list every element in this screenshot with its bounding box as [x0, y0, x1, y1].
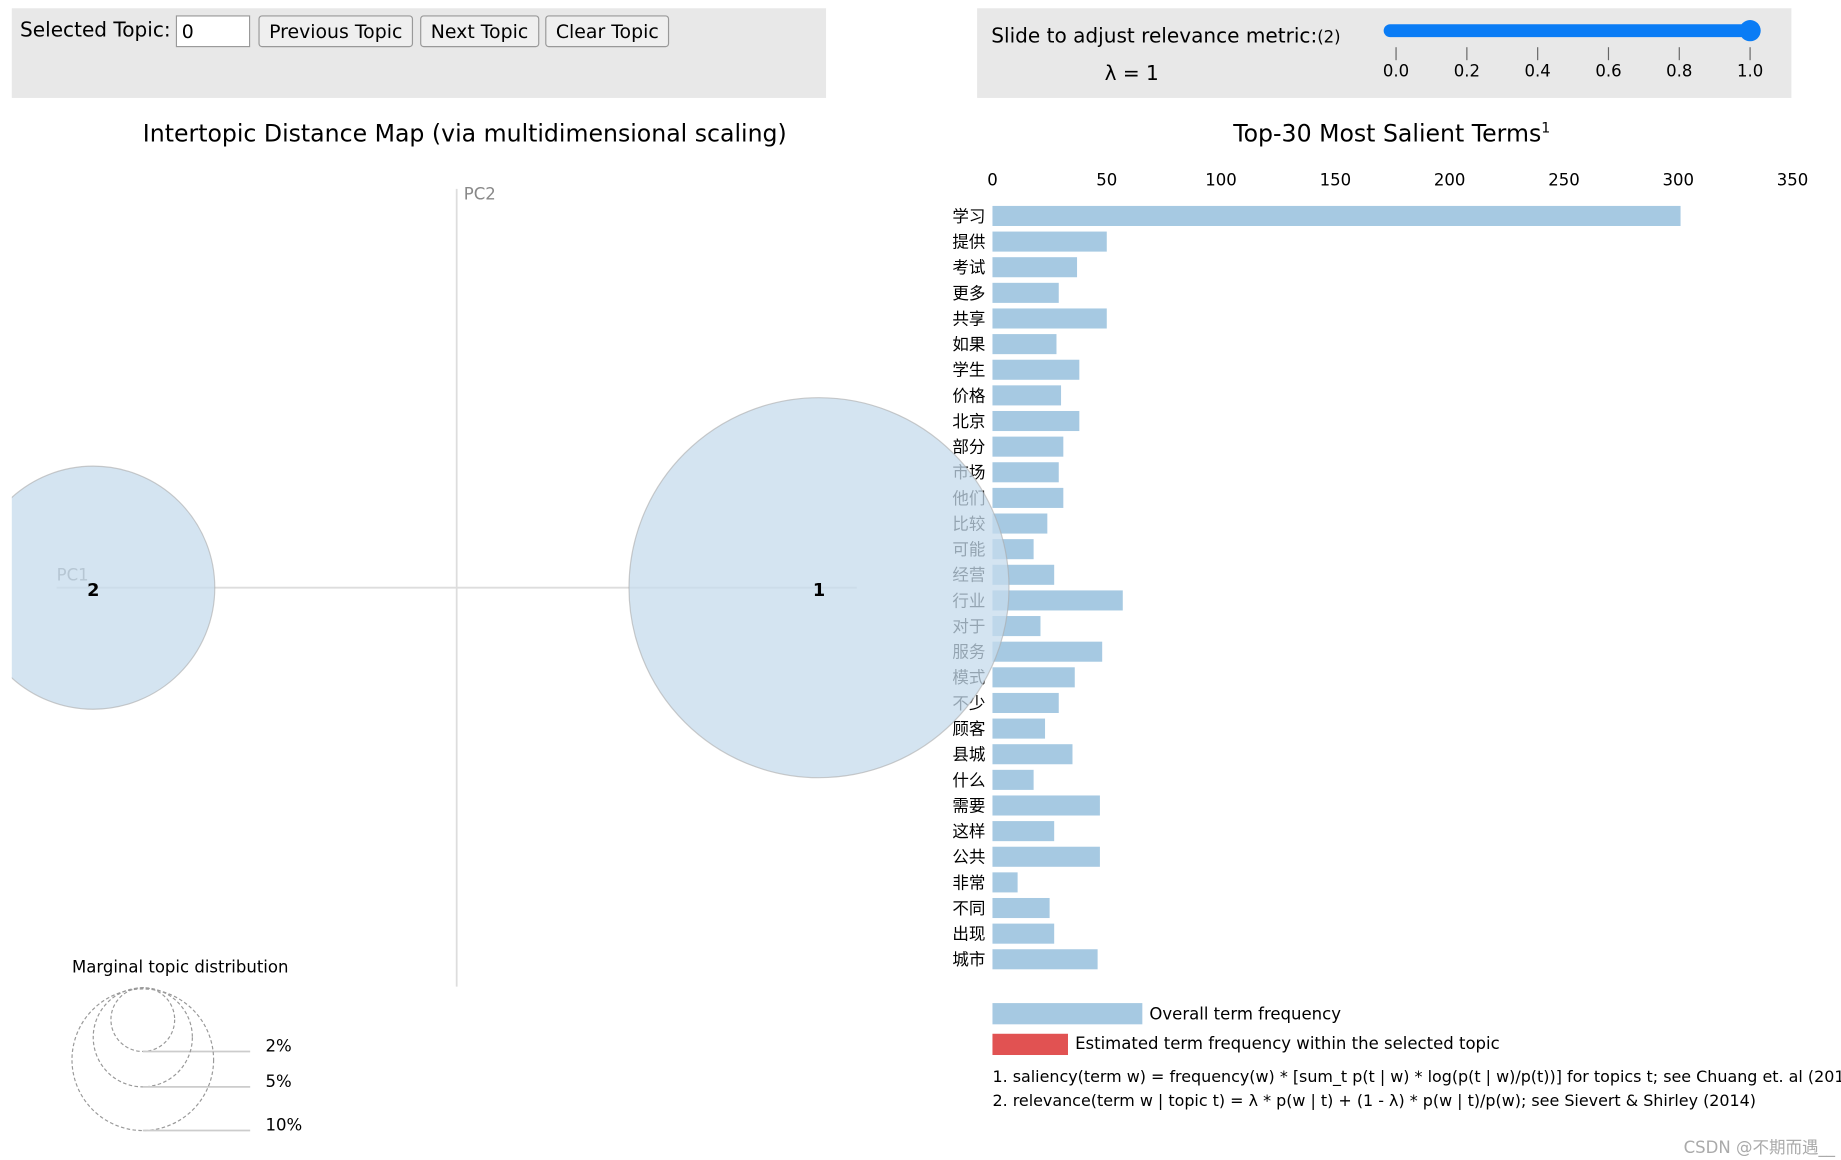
term-label[interactable]: 价格: [952, 386, 986, 405]
term-label[interactable]: 北京: [952, 412, 985, 431]
footnote-2: 2. relevance(term w | topic t) = λ * p(w…: [992, 1091, 1756, 1110]
legend-swatch-topic: [992, 1033, 1068, 1056]
bar-7[interactable]: [992, 385, 1062, 406]
legend-label-overall: Overall term frequency: [1149, 1005, 1341, 1024]
marginal-level-label: 2%: [266, 1036, 292, 1055]
term-label[interactable]: 出现: [952, 925, 985, 944]
x-tick-label: 350: [1777, 170, 1809, 189]
bar-22[interactable]: [992, 769, 1034, 790]
marginal-level-label: 5%: [266, 1072, 292, 1091]
slider-tick-label: 0.8: [1666, 62, 1692, 81]
bar-24[interactable]: [992, 821, 1055, 842]
x-tick-label: 250: [1548, 170, 1580, 189]
bar-19[interactable]: [992, 692, 1059, 713]
topic-map: PC2PC112: [0, 184, 1010, 987]
bar-6[interactable]: [992, 359, 1080, 380]
bar-23[interactable]: [992, 795, 1100, 816]
slider-tick-label: 0.6: [1595, 62, 1621, 81]
term-label[interactable]: 非常: [952, 873, 985, 892]
bar-3[interactable]: [992, 282, 1059, 303]
term-label[interactable]: 城市: [952, 950, 985, 969]
term-label[interactable]: 顾客: [952, 719, 985, 738]
bar-9[interactable]: [992, 436, 1064, 457]
bar-29[interactable]: [992, 949, 1098, 970]
bar-5[interactable]: [992, 334, 1057, 355]
x-tick-label: 0: [987, 170, 998, 189]
slider-tick-label: 0.2: [1454, 62, 1480, 81]
term-label[interactable]: 县城: [952, 745, 985, 764]
bar-chart: 0 50 100 150 200 250 300 350 学习提供考试更多共享如果学生价格北京部…: [952, 170, 1809, 970]
marginal-circle: [71, 988, 215, 1132]
term-label[interactable]: 什么: [952, 771, 985, 790]
relevance-slider[interactable]: 0.0 0.2 0.4 0.6 0.8 1.0: [1383, 20, 1763, 81]
marginal-circle: [110, 987, 176, 1053]
x-tick-label: 50: [1096, 170, 1117, 189]
bar-2[interactable]: [992, 257, 1078, 278]
marginal-level-label: 10%: [266, 1116, 303, 1135]
term-label[interactable]: 如果: [952, 335, 985, 354]
term-label[interactable]: 部分: [952, 438, 985, 457]
slider-thumb[interactable]: [1739, 20, 1761, 42]
bar-4[interactable]: [992, 308, 1107, 329]
watermark: CSDN @不期而遇__: [1684, 1138, 1836, 1158]
bar-0[interactable]: [992, 205, 1681, 226]
bar-1[interactable]: [992, 231, 1107, 252]
x-tick-label: 100: [1205, 170, 1237, 189]
term-label[interactable]: 学生: [952, 361, 985, 380]
bar-15[interactable]: [992, 590, 1123, 611]
term-label[interactable]: 考试: [952, 258, 985, 277]
bar-21[interactable]: [992, 744, 1073, 765]
main-canvas: 0.0 0.2 0.4 0.6 0.8 1.0 0 50 100 150 200 250 300 350…: [0, 20, 1841, 1158]
footnote-1: 1. saliency(term w) = frequency(w) * [su…: [992, 1067, 1840, 1087]
bar-25[interactable]: [992, 846, 1100, 867]
legend-swatch-overall: [992, 1003, 1143, 1025]
term-label[interactable]: 共享: [952, 309, 985, 328]
term-label[interactable]: 学习: [952, 207, 985, 226]
term-label[interactable]: 不同: [952, 899, 985, 918]
pc2-label: PC2: [464, 184, 496, 203]
slider-tick-label: 0.0: [1383, 62, 1409, 81]
term-label[interactable]: 更多: [952, 284, 985, 303]
bar-17[interactable]: [992, 641, 1103, 662]
bar-10[interactable]: [992, 462, 1059, 483]
bar-8[interactable]: [992, 410, 1080, 432]
topic-label-2[interactable]: 2: [87, 581, 99, 601]
x-tick-label: 300: [1663, 170, 1695, 189]
term-label[interactable]: 需要: [952, 796, 985, 815]
slider-tick-label: 1.0: [1737, 62, 1763, 81]
term-label[interactable]: 这样: [952, 822, 985, 841]
topic-label-1[interactable]: 1: [813, 581, 825, 601]
marginal-topic-distribution: Marginal topic distribution 2% 5% 10%: [71, 957, 303, 1135]
legend-label-topic: Estimated term frequency within the sele…: [1075, 1034, 1500, 1053]
bar-26[interactable]: [992, 872, 1018, 893]
bar-28[interactable]: [992, 923, 1055, 944]
bar-27[interactable]: [992, 897, 1050, 919]
bar-18[interactable]: [992, 667, 1075, 688]
bar-20[interactable]: [992, 718, 1046, 739]
term-label[interactable]: 提供: [952, 232, 985, 251]
slider-tick-label: 0.4: [1525, 62, 1551, 81]
bar-11[interactable]: [992, 487, 1064, 508]
ldavis-page: Selected Topic: Previous Topic Next Topi…: [0, 0, 1841, 1160]
marginal-title: Marginal topic distribution: [72, 957, 288, 976]
term-label[interactable]: 公共: [952, 848, 985, 867]
marginal-circle: [92, 987, 193, 1088]
topic-circle-2[interactable]: [0, 465, 216, 710]
x-tick-label: 150: [1320, 170, 1352, 189]
bar-legend: Overall term frequency Estimated term fre…: [992, 1003, 1841, 1158]
x-tick-label: 200: [1434, 170, 1466, 189]
